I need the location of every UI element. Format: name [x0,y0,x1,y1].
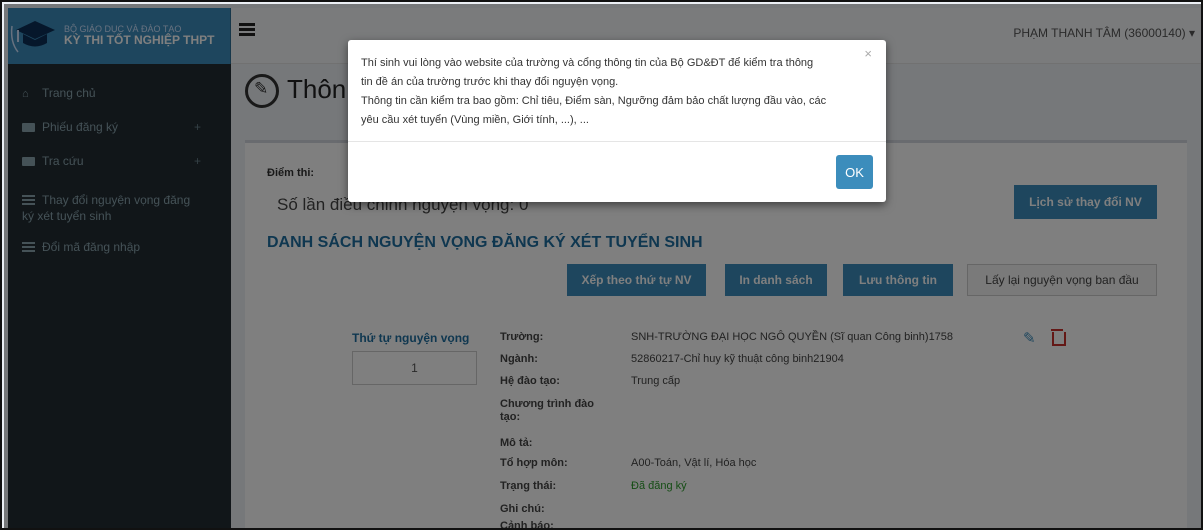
modal-line: tin đề án của trường trước khi thay đổi … [361,76,619,88]
modal-line: Thông tin cần kiểm tra bao gồm: Chỉ tiêu… [361,95,827,107]
modal-message: Thí sinh vui lòng vào website của trường… [361,54,861,130]
notice-modal: × Thí sinh vui lòng vào website của trườ… [348,40,886,202]
modal-line: yêu cầu xét tuyển (Vùng miền, Giới tính,… [361,114,589,126]
close-icon[interactable]: × [864,46,872,61]
modal-line: Thí sinh vui lòng vào website của trường… [361,57,814,69]
ok-button[interactable]: OK [836,155,873,189]
app-frame: BỘ GIÁO DỤC VÀ ĐÀO TẠO KỲ THI TỐT NGHIỆP… [0,0,1203,530]
modal-divider [348,141,886,142]
